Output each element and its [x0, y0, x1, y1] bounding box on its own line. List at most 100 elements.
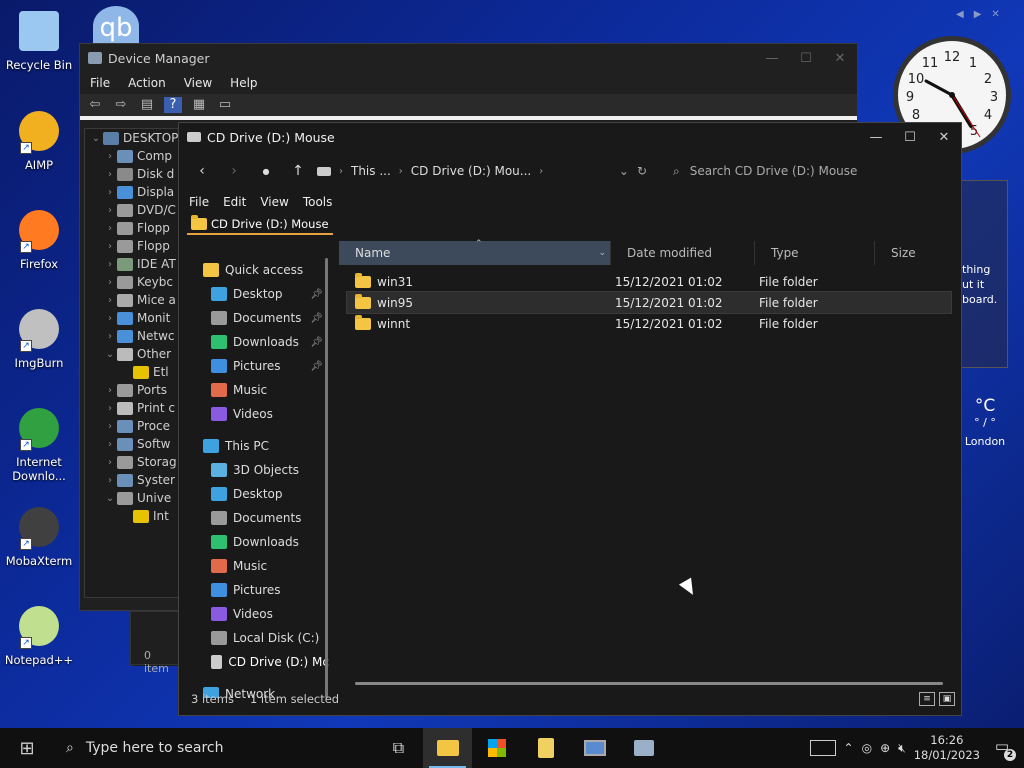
chevron-icon[interactable]: ›	[103, 151, 117, 162]
maximize-button[interactable]: ☐	[789, 51, 823, 66]
chevron-icon[interactable]: ›	[103, 295, 117, 306]
tree-item[interactable]: › Netwc	[85, 327, 184, 345]
menu-edit[interactable]: Edit	[223, 195, 246, 209]
nav-item-music[interactable]: Music	[197, 554, 329, 578]
horizontal-scrollbar[interactable]	[355, 682, 943, 685]
taskbar-device-manager[interactable]	[619, 728, 668, 768]
desktop-icon-notepadpp[interactable]: ↗ Notepad++	[4, 603, 74, 667]
taskbar-remote-desktop[interactable]	[570, 728, 619, 768]
tree-item[interactable]: ⌄ Other	[85, 345, 184, 363]
tree-item[interactable]: Int	[85, 507, 184, 525]
column-name[interactable]: Name ⌃ ⌄	[339, 239, 611, 265]
nav-scrollbar[interactable]	[325, 258, 328, 698]
tree-item[interactable]: ⌄ Unive	[85, 489, 184, 507]
file-row[interactable]: win95 15/12/2021 01:02 File folder	[346, 291, 952, 314]
gadget-close-icon[interactable]: ✕	[991, 9, 999, 20]
task-view-button[interactable]: ⧉	[374, 728, 423, 768]
tree-item[interactable]: › Ports	[85, 381, 184, 399]
chevron-icon[interactable]: ›	[103, 331, 117, 342]
tree-item[interactable]: › Print c	[85, 399, 184, 417]
search-box[interactable]: ⌕ Search CD Drive (D:) Mouse	[673, 164, 857, 179]
pin-icon[interactable]: 📌︎	[310, 313, 323, 324]
tree-item[interactable]: › Displa	[85, 183, 184, 201]
tree-item[interactable]: Etl	[85, 363, 184, 381]
back-arrow-icon[interactable]: ⇦	[86, 97, 104, 113]
chevron-icon[interactable]: ›	[103, 205, 117, 216]
chevron-up-icon[interactable]: ⌃	[844, 741, 854, 755]
breadcrumb-cd-drive[interactable]: CD Drive (D:) Mou...	[411, 164, 531, 178]
nav-item-local-disk-c[interactable]: Local Disk (C:)	[197, 626, 329, 650]
taskbar-microsoft-store[interactable]	[472, 728, 521, 768]
nav-item-downloads[interactable]: Downloads	[197, 530, 329, 554]
tree-item[interactable]: › Storag	[85, 453, 184, 471]
pin-icon[interactable]: 📌︎	[310, 337, 323, 348]
address-bar[interactable]: › This ... › CD Drive (D:) Mou... › ⌄ ↻	[317, 164, 647, 178]
close-button[interactable]: ✕	[823, 51, 857, 66]
menu-tools[interactable]: Tools	[303, 195, 333, 209]
chevron-icon[interactable]: ⌄	[89, 133, 103, 144]
view-icon[interactable]: ▦	[190, 97, 208, 113]
desktop-icon-internet-download-manager[interactable]: ↗ Internet Downlo...	[4, 405, 74, 483]
chevron-down-icon[interactable]: ⌄	[598, 248, 606, 258]
properties-icon[interactable]: ▤	[138, 97, 156, 113]
large-icons-view-icon[interactable]: ▣	[939, 692, 955, 706]
tab-cd-drive[interactable]: CD Drive (D:) Mouse	[187, 215, 333, 235]
device-manager-titlebar[interactable]: Device Manager — ☐ ✕	[80, 44, 857, 72]
chevron-icon[interactable]: ›	[103, 187, 117, 198]
menu-action[interactable]: Action	[128, 76, 166, 90]
chevron-icon[interactable]: ›	[103, 241, 117, 252]
nav-item-music[interactable]: Music	[197, 378, 329, 402]
chevron-icon[interactable]: ⌄	[103, 349, 117, 360]
forward-button[interactable]: ›	[221, 163, 247, 179]
file-row[interactable]: winnt 15/12/2021 01:02 File folder	[347, 313, 951, 334]
tree-item[interactable]: › DVD/C	[85, 201, 184, 219]
nav-item-desktop[interactable]: Desktop	[197, 482, 329, 506]
webcam-icon[interactable]: ◎	[862, 741, 872, 755]
gadget-prev-icon[interactable]: ◀	[956, 9, 964, 20]
tree-item[interactable]: › Softw	[85, 435, 184, 453]
chevron-icon[interactable]: ›	[103, 169, 117, 180]
chevron-icon[interactable]: ›	[103, 259, 117, 270]
notification-center-button[interactable]: ▭ 2	[988, 737, 1016, 761]
nav-item-3d-objects[interactable]: 3D Objects	[197, 458, 329, 482]
nav-item-downloads[interactable]: Downloads 📌︎	[197, 330, 329, 354]
tree-item[interactable]: › Mice a	[85, 291, 184, 309]
minimize-button[interactable]: —	[859, 130, 893, 145]
chevron-icon[interactable]: ›	[103, 385, 117, 396]
monitor-icon[interactable]: ▭	[216, 97, 234, 113]
volume-muted-icon[interactable]: 🔇︎	[898, 741, 906, 756]
search-input[interactable]: Search CD Drive (D:) Mouse	[690, 164, 858, 178]
desktop-icon-mobaxterm[interactable]: ↗ MobaXterm	[4, 504, 74, 568]
menu-view[interactable]: View	[184, 76, 212, 90]
chevron-icon[interactable]: ›	[103, 403, 117, 414]
chevron-icon[interactable]: ›	[103, 421, 117, 432]
nav-item-quick-access[interactable]: Quick access	[197, 258, 329, 282]
tree-item[interactable]: › Flopp	[85, 237, 184, 255]
column-date-modified[interactable]: Date modified	[611, 241, 755, 265]
taskbar-search[interactable]: ⌕ Type here to search	[54, 728, 374, 768]
pin-icon[interactable]: 📌︎	[310, 361, 323, 372]
gadget-nav[interactable]: ◀ ▶ ✕	[956, 9, 1000, 20]
tree-item[interactable]: › Proce	[85, 417, 184, 435]
details-view-icon[interactable]: ≡	[919, 692, 935, 706]
file-explorer-window[interactable]: CD Drive (D:) Mouse — ☐ ✕ ‹ › ● ↑ › This…	[178, 122, 962, 716]
pin-icon[interactable]: 📌︎	[310, 289, 323, 300]
column-size[interactable]: Size	[875, 241, 953, 265]
tree-item[interactable]: ⌄ DESKTOP	[85, 129, 184, 147]
nav-item-pictures[interactable]: Pictures 📌︎	[197, 354, 329, 378]
menu-help[interactable]: Help	[230, 76, 257, 90]
tree-item[interactable]: › Flopp	[85, 219, 184, 237]
qbittorrent-icon[interactable]: qb	[93, 6, 139, 46]
chevron-icon[interactable]: ›	[103, 313, 117, 324]
tree-item[interactable]: › Monit	[85, 309, 184, 327]
nav-item-documents[interactable]: Documents 📌︎	[197, 306, 329, 330]
nav-item-videos[interactable]: Videos	[197, 602, 329, 626]
chevron-icon[interactable]: ›	[103, 277, 117, 288]
recent-dropdown-button[interactable]: ●	[253, 167, 279, 176]
tree-item[interactable]: › Syster	[85, 471, 184, 489]
desktop-icon-imgburn[interactable]: ↗ ImgBurn	[4, 306, 74, 370]
minimize-button[interactable]: —	[755, 51, 789, 66]
nav-item-videos[interactable]: Videos	[197, 402, 329, 426]
chevron-icon[interactable]: ›	[103, 439, 117, 450]
keyboard-icon[interactable]	[809, 740, 836, 756]
